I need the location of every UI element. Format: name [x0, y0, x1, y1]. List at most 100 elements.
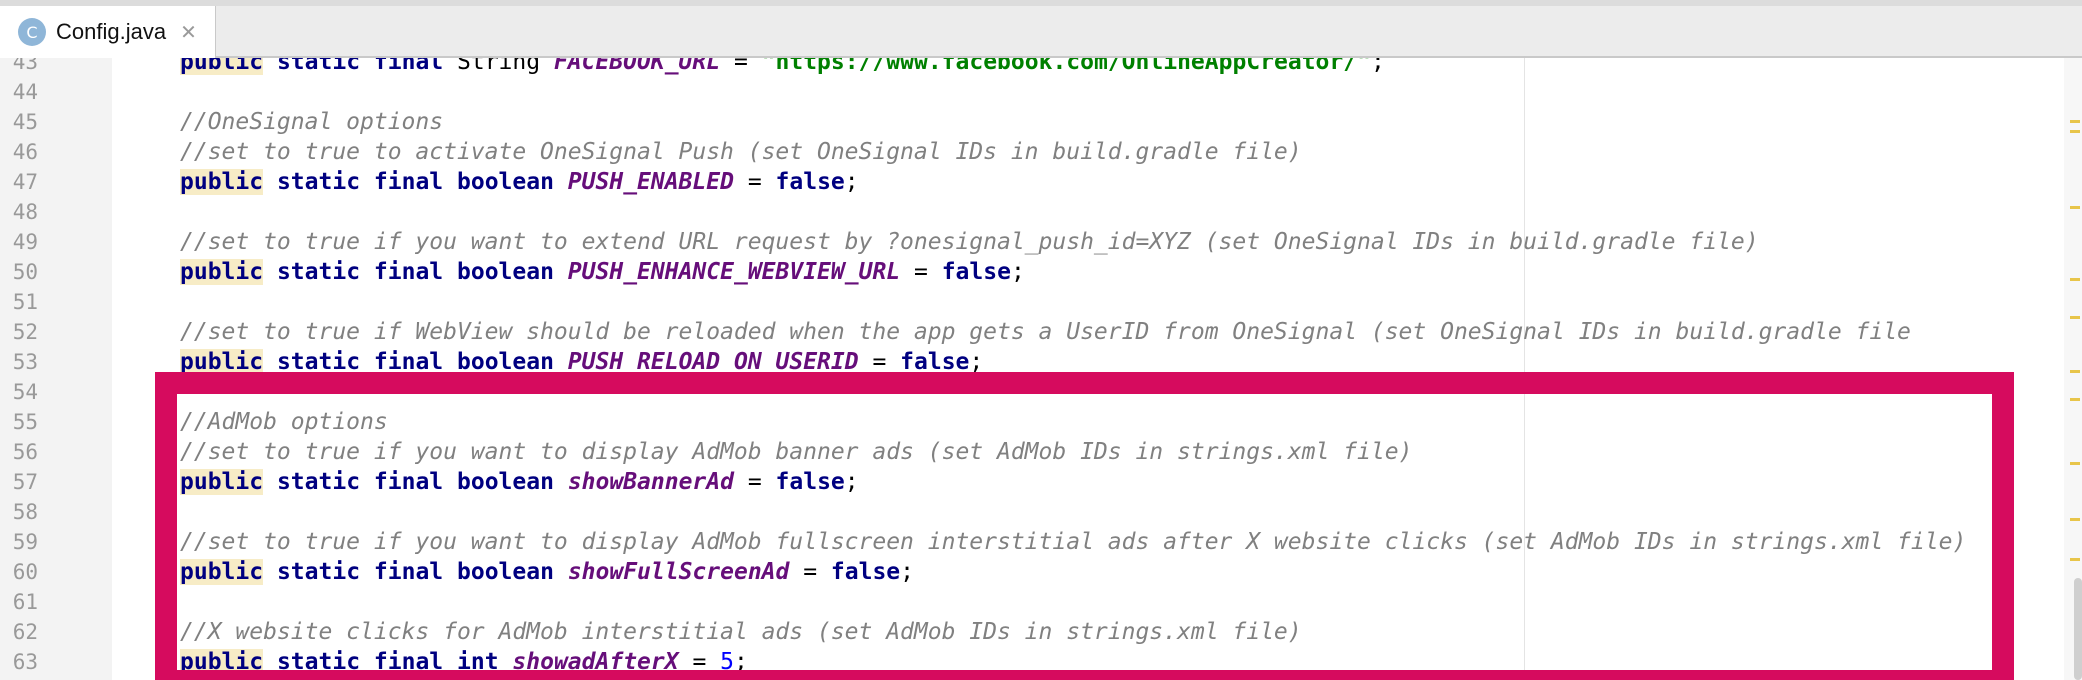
code-text[interactable]: //set to true if you want to extend URL …: [180, 227, 1759, 257]
code-line[interactable]: 53 public static final boolean PUSH_RELOA…: [0, 347, 2082, 377]
code-line[interactable]: 62 //X website clicks for AdMob interstit…: [0, 617, 2082, 647]
code-text[interactable]: //set to true if you want to display AdM…: [180, 437, 1412, 467]
code-token: public: [180, 259, 264, 285]
code-token: boolean: [457, 469, 554, 495]
code-line[interactable]: 57 public static final boolean showBanner…: [0, 467, 2082, 497]
code-text[interactable]: //set to true to activate OneSignal Push…: [180, 137, 1302, 167]
code-token: =: [720, 58, 762, 75]
code-token: boolean: [457, 169, 554, 195]
warning-marker[interactable]: [2070, 462, 2080, 465]
code-token: static: [276, 169, 361, 195]
code-text[interactable]: //set to true if you want to display AdM…: [180, 527, 1966, 557]
line-number: 51: [12, 290, 38, 314]
code-line[interactable]: 47 public static final boolean PUSH_ENABL…: [0, 167, 2082, 197]
scrollbar-thumb[interactable]: [2074, 578, 2082, 680]
warning-marker[interactable]: [2070, 558, 2080, 561]
code-text[interactable]: public static final int showadAfterX = 5…: [180, 647, 748, 677]
line-number: 43: [12, 58, 38, 74]
code-text[interactable]: //set to true if WebView should be reloa…: [180, 317, 1911, 347]
code-token: static: [276, 559, 361, 585]
warning-marker[interactable]: [2070, 518, 2080, 521]
code-line[interactable]: 49 //set to true if you want to extend UR…: [0, 227, 2082, 257]
code-token: //set to true to activate OneSignal Push…: [180, 139, 1302, 165]
code-editor[interactable]: 43 public static final String FACEBOOK_UR…: [0, 58, 2082, 680]
line-number: 58: [12, 500, 38, 524]
code-line[interactable]: 43 public static final String FACEBOOK_UR…: [0, 58, 2082, 77]
code-line[interactable]: 51: [0, 287, 2082, 317]
line-number: 44: [12, 80, 38, 104]
code-token: =: [900, 259, 942, 285]
code-token: ;: [900, 559, 915, 585]
code-line[interactable]: 60 public static final boolean showFullSc…: [0, 557, 2082, 587]
line-number: 59: [12, 530, 38, 554]
code-line[interactable]: 46 //set to true to activate OneSignal Pu…: [0, 137, 2082, 167]
code-line[interactable]: 50 public static final boolean PUSH_ENHAN…: [0, 257, 2082, 287]
code-token: //set to true if you want to extend URL …: [180, 229, 1759, 255]
warning-marker[interactable]: [2070, 206, 2080, 209]
code-token: //X website clicks for AdMob interstitia…: [180, 619, 1302, 645]
warning-marker[interactable]: [2070, 370, 2080, 373]
code-token: =: [858, 349, 901, 375]
code-line[interactable]: 52 //set to true if WebView should be rel…: [0, 317, 2082, 347]
code-line[interactable]: 59 //set to true if you want to display A…: [0, 527, 2082, 557]
code-text[interactable]: //OneSignal options: [180, 107, 443, 137]
code-line[interactable]: 45 //OneSignal options: [0, 107, 2082, 137]
code-token: //OneSignal options: [180, 109, 444, 135]
code-token: showBannerAd: [567, 469, 734, 495]
code-text[interactable]: public static final String FACEBOOK_URL …: [180, 58, 1385, 77]
code-text[interactable]: //AdMob options: [180, 407, 388, 437]
code-text[interactable]: //X website clicks for AdMob interstitia…: [180, 617, 1302, 647]
code-text[interactable]: public static final boolean showBannerAd…: [180, 467, 859, 497]
code-line[interactable]: 58: [0, 497, 2082, 527]
code-token: ;: [844, 469, 859, 495]
code-line[interactable]: 54: [0, 377, 2082, 407]
line-number: 46: [12, 140, 38, 164]
line-number: 54: [12, 380, 38, 404]
code-token: //set to true if you want to display AdM…: [180, 529, 1967, 555]
warning-marker[interactable]: [2070, 130, 2080, 133]
code-text[interactable]: public static final boolean PUSH_ENHANCE…: [180, 257, 1025, 287]
code-token: boolean: [457, 259, 554, 285]
warning-marker[interactable]: [2070, 278, 2080, 281]
warning-marker[interactable]: [2070, 316, 2080, 319]
close-icon[interactable]: ✕: [180, 20, 197, 44]
code-line[interactable]: 48: [0, 197, 2082, 227]
warning-marker[interactable]: [2070, 398, 2080, 401]
line-number: 57: [12, 470, 38, 494]
code-text[interactable]: public static final boolean PUSH_RELOAD_…: [180, 347, 983, 377]
code-token: PUSH_ENHANCE_WEBVIEW_URL: [567, 259, 901, 285]
code-line[interactable]: 61: [0, 587, 2082, 617]
tab-config-java[interactable]: C Config.java ✕: [0, 6, 216, 58]
code-line[interactable]: 55 //AdMob options: [0, 407, 2082, 437]
code-token: boolean: [457, 559, 554, 585]
line-number: 52: [12, 320, 38, 344]
line-number: 63: [12, 650, 38, 674]
code-line[interactable]: 56 //set to true if you want to display A…: [0, 437, 2082, 467]
code-line[interactable]: 63 public static final int showadAfterX =…: [0, 647, 2082, 677]
code-line[interactable]: 44: [0, 77, 2082, 107]
line-number: 60: [12, 560, 38, 584]
code-text[interactable]: public static final boolean PUSH_ENABLED…: [180, 167, 859, 197]
line-number: 47: [12, 170, 38, 194]
error-stripe[interactable]: [2064, 58, 2082, 680]
code-token: final: [373, 349, 444, 375]
code-text[interactable]: public static final boolean showFullScre…: [180, 557, 914, 587]
code-token: =: [678, 649, 721, 675]
warning-marker[interactable]: [2070, 120, 2080, 123]
code-token: ;: [969, 349, 984, 375]
